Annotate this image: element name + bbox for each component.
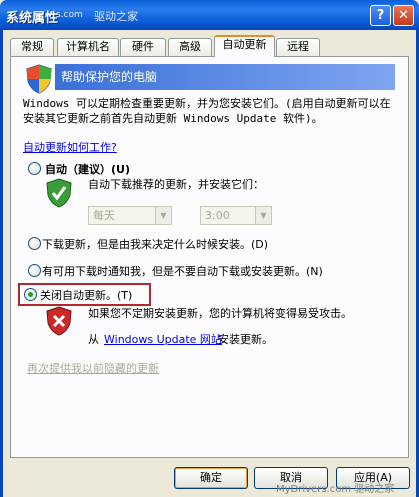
- day-select-value: 每天: [93, 209, 115, 222]
- tab-hardware[interactable]: 硬件: [120, 38, 166, 56]
- header-banner: 帮助保护您的电脑: [55, 64, 395, 90]
- from-suffix: 安装更新。: [218, 333, 273, 346]
- tab-computer-name[interactable]: 计算机名: [57, 38, 119, 56]
- option-notify-label[interactable]: 有可用下载时通知我，但是不要自动下载或安装更新。(N): [42, 263, 323, 279]
- time-select[interactable]: 3:00 ▼: [200, 206, 272, 225]
- how-it-works-link[interactable]: 自动更新如何工作?: [23, 139, 117, 155]
- window-title: 系统属性: [6, 11, 59, 26]
- automatic-description: 自动下载推荐的更新，并安装它们：: [88, 178, 264, 191]
- hidden-updates-link[interactable]: 再次提供我以前隐藏的更新: [27, 360, 159, 376]
- time-select-value: 3:00: [205, 209, 230, 222]
- radio-download-notify-install[interactable]: [28, 237, 41, 250]
- help-button[interactable]: ?: [370, 5, 391, 26]
- footer-watermark: MyDrivers.com 驱动之家: [276, 484, 395, 495]
- security-shield-icon: [26, 64, 52, 94]
- from-prefix: 从: [88, 333, 99, 346]
- close-button[interactable]: ✕: [393, 5, 414, 26]
- tab-remote[interactable]: 远程: [276, 38, 320, 56]
- option-turn-off-label[interactable]: 关闭自动更新。(T): [40, 287, 132, 303]
- radio-notify-only[interactable]: [28, 264, 41, 277]
- description-text: Windows 可以定期检查重要更新，并为您安装它们。(启用自动更新可以在安装其…: [23, 97, 391, 125]
- radio-turn-off[interactable]: [24, 288, 37, 301]
- windows-update-link[interactable]: Windows Update 网站: [104, 331, 222, 347]
- turn-off-warning: 如果您不定期安装更新，您的计算机将变得易受攻击。: [88, 307, 352, 320]
- green-shield-check-icon: [46, 178, 72, 208]
- title-watermark: s.com: [56, 10, 83, 20]
- radio-automatic[interactable]: [28, 162, 41, 175]
- option-automatic-label[interactable]: 自动（建议）(U): [45, 161, 130, 177]
- tab-advanced[interactable]: 高级: [168, 38, 212, 56]
- tab-automatic-updates[interactable]: 自动更新: [214, 35, 275, 57]
- title-bar[interactable]: 系统属性 s.com 驱动之家 ? ✕: [0, 0, 419, 30]
- window-frame-left: [0, 30, 3, 497]
- red-shield-x-icon: [46, 306, 72, 336]
- chevron-down-icon: ▼: [255, 207, 271, 224]
- ok-button[interactable]: 确定: [174, 467, 248, 489]
- chevron-down-icon: ▼: [155, 207, 171, 224]
- day-select[interactable]: 每天 ▼: [88, 206, 172, 225]
- option-download-label[interactable]: 下载更新，但是由我来决定什么时候安装。(D): [42, 236, 268, 252]
- tab-general[interactable]: 常规: [10, 38, 54, 56]
- title-watermark-brand: 驱动之家: [94, 10, 138, 23]
